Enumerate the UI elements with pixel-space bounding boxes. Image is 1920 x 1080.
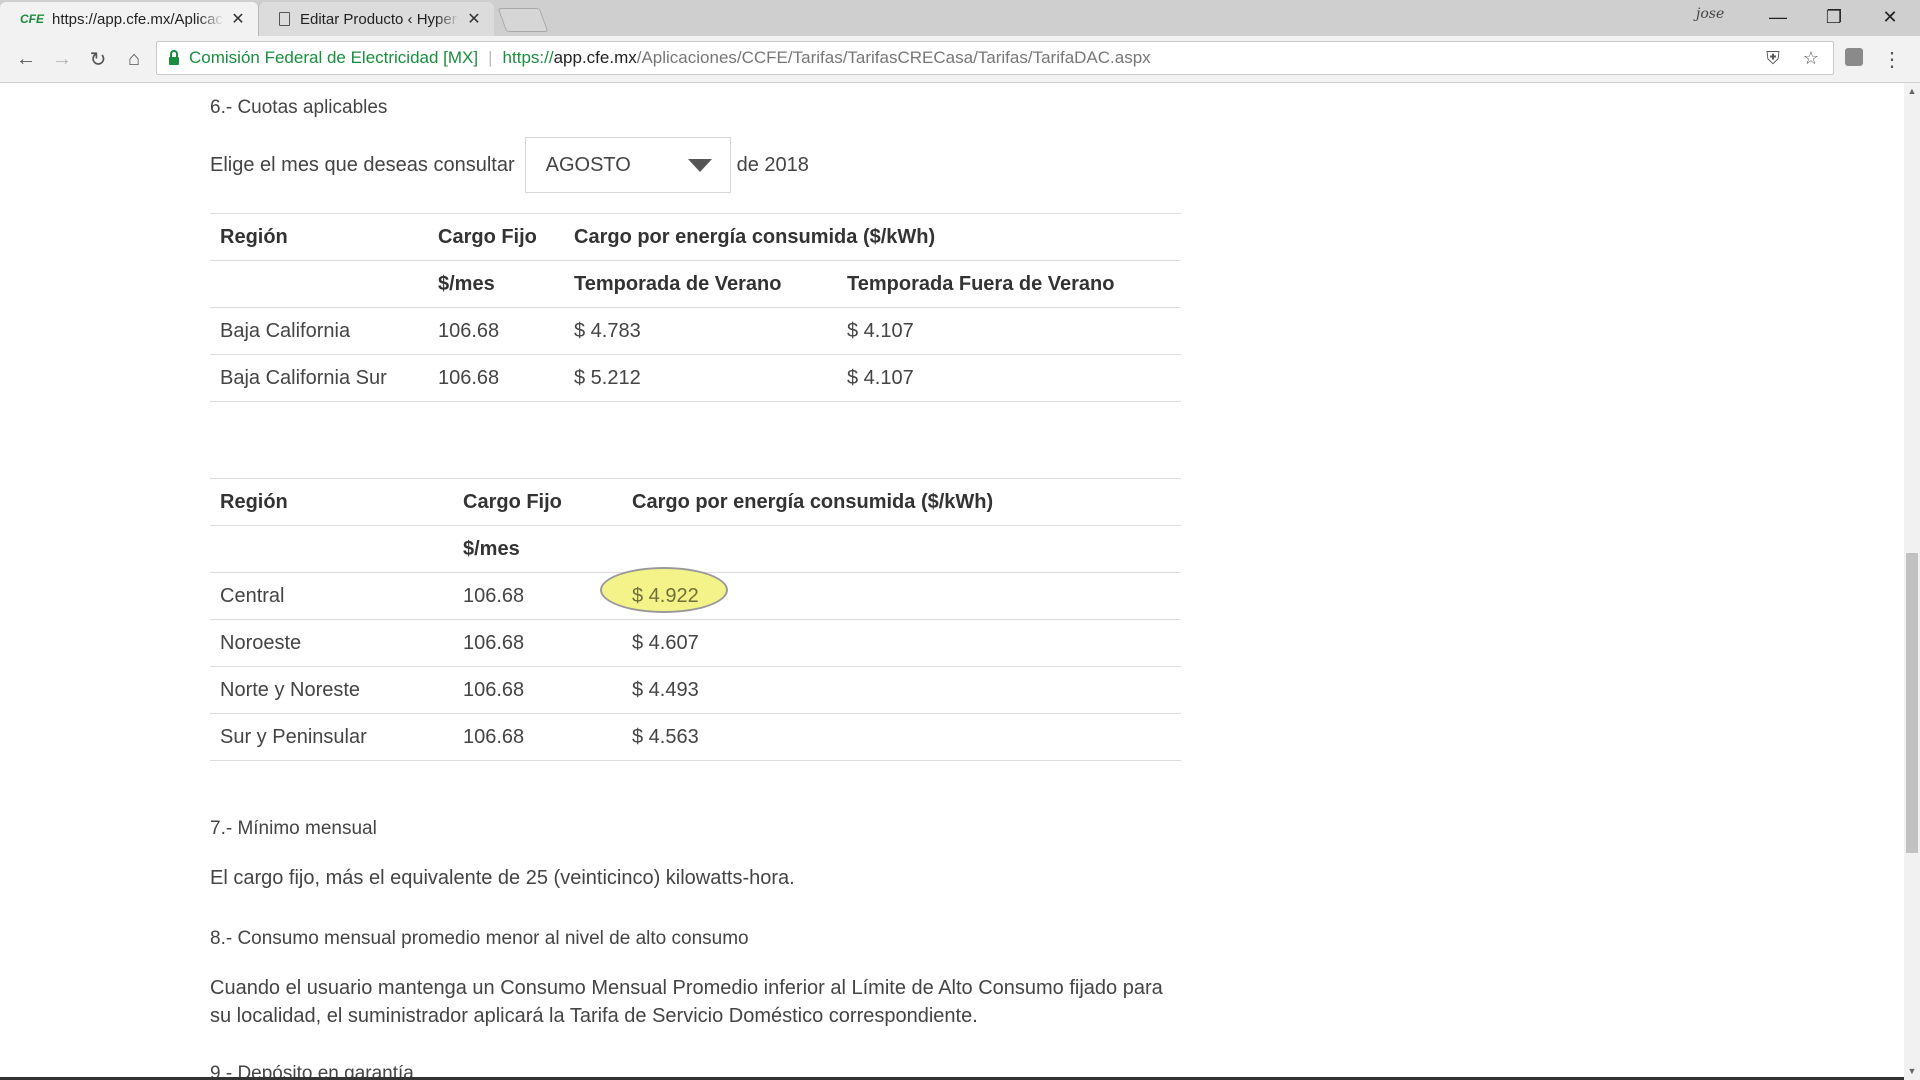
year-suffix: de 2018 [736, 153, 809, 176]
rates-table-baja-california: Región Cargo Fijo Cargo por energía cons… [210, 213, 1181, 402]
column-header-energy: Cargo por energía consumida ($/kWh) [564, 213, 1181, 261]
cell-region: Baja California [210, 307, 428, 355]
tab-close-icon[interactable]: ✕ [230, 9, 246, 29]
table-row: Noroeste 106.68 $ 4.607 [210, 619, 1181, 667]
star-icon[interactable]: ☆ [1801, 48, 1821, 68]
tab-title: Editar Producto ‹ Hyper P [300, 10, 460, 28]
tab-strip: CFE https://app.cfe.mx/Aplicac ✕ Editar … [0, 0, 1920, 36]
highlighted-value: $ 4.922 [632, 584, 699, 607]
section-7-text: El cargo fijo, más el equivalente de 25 … [210, 867, 795, 889]
column-subheader-summer: Temporada de Verano [564, 260, 837, 308]
table-header-row: Región Cargo Fijo Cargo por energía cons… [210, 213, 1181, 261]
cell-energy: $ 4.493 [622, 666, 1181, 714]
tab-close-icon[interactable]: ✕ [466, 9, 482, 29]
table-row: Central 106.68 $ 4.922 [210, 566, 1181, 620]
cell-fixed: 106.68 [453, 619, 622, 667]
section-8-title: 8.- Consumo mensual promedio menor al ni… [210, 928, 749, 949]
section-7-title: 7.- Mínimo mensual [210, 818, 377, 839]
empty-cell [210, 525, 453, 573]
month-selected-value: AGOSTO [545, 153, 631, 176]
table-row: Baja California Sur 106.68 $ 5.212 $ 4.1… [210, 354, 1181, 402]
table-subheader-row: $/mes Temporada de Verano Temporada Fuer… [210, 260, 1181, 308]
table-header-row: Región Cargo Fijo Cargo por energía cons… [210, 478, 1181, 526]
address-bar[interactable]: Comisión Federal de Electricidad [MX] | … [156, 41, 1834, 75]
page-scrollbar[interactable]: ▲ ▼ [1904, 83, 1920, 1080]
table-row: Baja California 106.68 $ 4.783 $ 4.107 [210, 307, 1181, 355]
url-path: /Aplicaciones/CCFE/Tarifas/TarifasCRECas… [636, 48, 1151, 67]
column-header-fixed: Cargo Fijo [428, 213, 564, 261]
table-row: Norte y Noreste 106.68 $ 4.493 [210, 666, 1181, 714]
cell-energy-highlighted: $ 4.922 [600, 566, 1181, 620]
empty-cell [210, 260, 428, 308]
cell-region: Baja California Sur [210, 354, 428, 402]
omnibox-actions: ⛨ ☆ [1763, 48, 1821, 68]
close-window-button[interactable]: ✕ [1862, 0, 1918, 34]
table-subheader-row: $/mes [210, 525, 1181, 573]
empty-cell [622, 525, 1181, 573]
tab-cfe[interactable]: CFE https://app.cfe.mx/Aplicac ✕ [0, 2, 258, 36]
menu-icon[interactable]: ⋮ [1880, 44, 1904, 74]
scroll-up-icon[interactable]: ▲ [1904, 83, 1920, 99]
cell-energy: $ 4.607 [622, 619, 1181, 667]
minimize-button[interactable]: — [1750, 0, 1806, 34]
column-header-fixed: Cargo Fijo [453, 478, 622, 526]
scrollbar-thumb[interactable] [1906, 553, 1918, 853]
cell-fixed: 106.68 [453, 713, 622, 761]
table-row: Sur y Peninsular 106.68 $ 4.563 [210, 713, 1181, 761]
cell-region: Noroeste [210, 619, 453, 667]
cell-summer: $ 5.212 [564, 354, 837, 402]
section-6-title: 6.- Cuotas aplicables [210, 97, 388, 118]
scroll-down-icon[interactable]: ▼ [1904, 1063, 1920, 1079]
document-icon [279, 12, 290, 26]
url-scheme: https:// [502, 48, 554, 67]
cfe-favicon-icon: CFE [20, 12, 44, 26]
column-header-region: Región [210, 213, 428, 261]
rates-table-regions: Región Cargo Fijo Cargo por energía cons… [210, 478, 1181, 761]
page-viewport: 6.- Cuotas aplicables Elige el mes que d… [0, 83, 1904, 1080]
forward-icon[interactable]: → [46, 43, 78, 75]
cell-region: Central [210, 572, 453, 620]
month-selector-row: Elige el mes que deseas consultar AGOSTO… [210, 137, 809, 193]
url-host: app.cfe.mx [553, 48, 637, 67]
cell-region: Norte y Noreste [210, 666, 453, 714]
section-8-text: Cuando el usuario mantenga un Consumo Me… [210, 977, 1163, 1027]
maximize-button[interactable]: ❐ [1806, 0, 1862, 34]
column-subheader-unit: $/mes [428, 260, 564, 308]
tab-editar-producto[interactable]: Editar Producto ‹ Hyper P ✕ [258, 2, 494, 36]
cell-fixed: 106.68 [453, 666, 622, 714]
reload-icon[interactable]: ↻ [82, 43, 114, 75]
column-header-energy: Cargo por energía consumida ($/kWh) [622, 478, 1181, 526]
chevron-down-icon [687, 158, 712, 172]
shield-blocked-icon[interactable]: ⛨ [1763, 48, 1783, 68]
cell-fixed: 106.68 [428, 307, 564, 355]
column-subheader-offseason: Temporada Fuera de Verano [837, 260, 1181, 308]
cell-summer: $ 4.783 [564, 307, 837, 355]
cell-region: Sur y Peninsular [210, 713, 453, 761]
profile-button[interactable]: jose [1696, 6, 1724, 22]
cell-fixed: 106.68 [453, 572, 622, 620]
cell-energy: $ 4.563 [622, 713, 1181, 761]
home-icon[interactable]: ⌂ [118, 43, 150, 75]
month-prompt: Elige el mes que deseas consultar [210, 153, 515, 176]
column-subheader-unit: $/mes [453, 525, 622, 573]
extension-icon[interactable] [1845, 48, 1863, 66]
tab-title: https://app.cfe.mx/Aplicac [52, 10, 223, 28]
cell-fixed: 106.68 [428, 354, 564, 402]
highlight-annotation: $ 4.922 [600, 566, 728, 613]
new-tab-button[interactable] [497, 8, 549, 32]
column-header-region: Región [210, 478, 453, 526]
browser-toolbar: ← → ↻ ⌂ Comisión Federal de Electricidad… [0, 36, 1920, 83]
separator: | [488, 48, 493, 67]
month-select[interactable]: AGOSTO [524, 137, 731, 193]
back-icon[interactable]: ← [10, 43, 42, 75]
cell-offseason: $ 4.107 [837, 307, 1181, 355]
lock-icon [169, 50, 179, 65]
ev-certificate-name[interactable]: Comisión Federal de Electricidad [MX] [189, 48, 478, 68]
cell-offseason: $ 4.107 [837, 354, 1181, 402]
